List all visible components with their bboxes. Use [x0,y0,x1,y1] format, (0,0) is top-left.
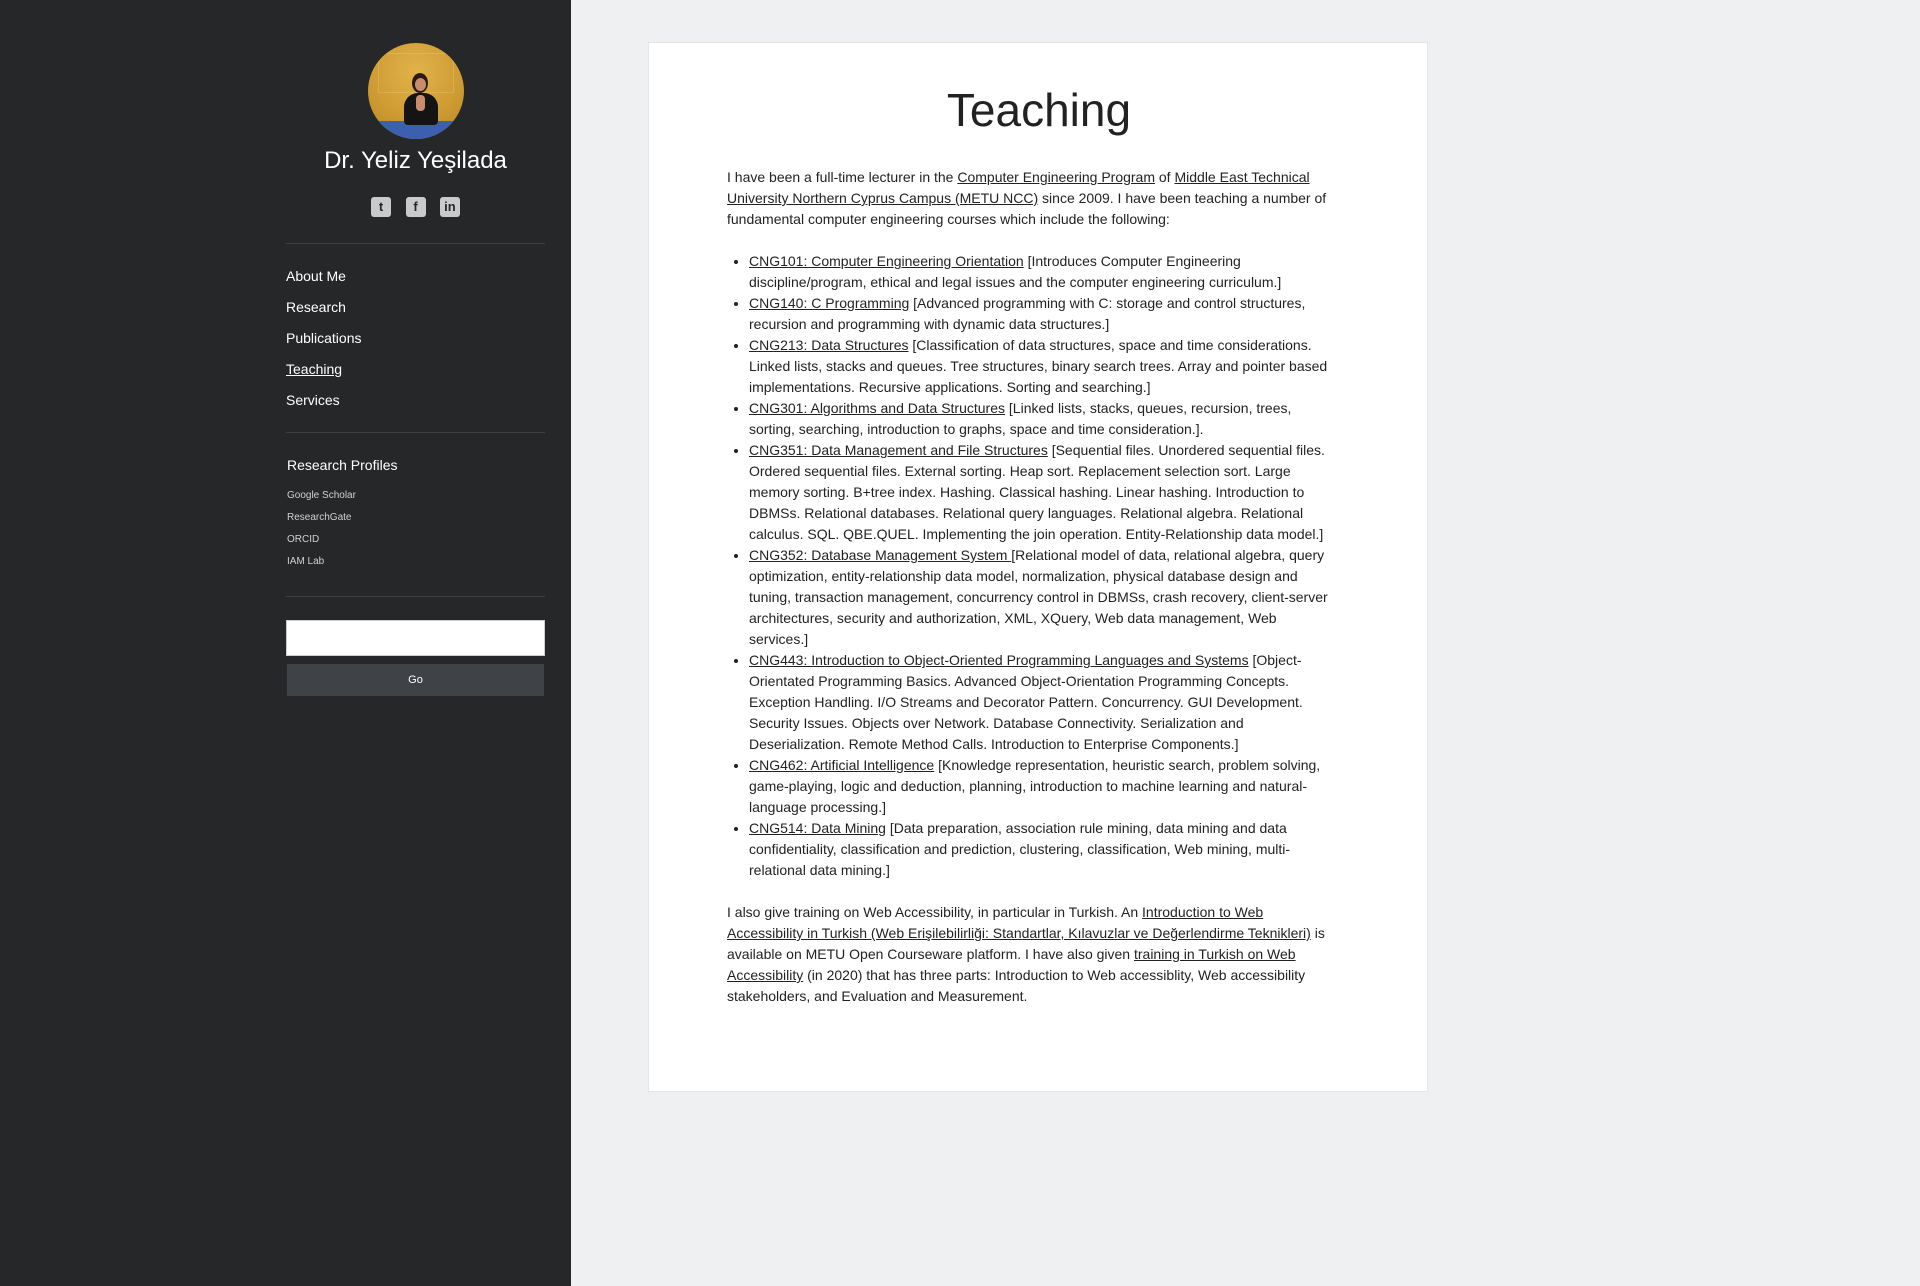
list-item: CNG213: Data Structures [Classification … [749,335,1337,398]
course-link-cng213[interactable]: CNG213: Data Structures [749,337,909,353]
list-item: CNG140: C Programming [Advanced programm… [749,293,1337,335]
avatar[interactable] [368,43,464,139]
twitter-icon[interactable]: t [371,197,392,217]
facebook-icon[interactable]: f [405,197,426,217]
nav-item-about-me: About Me [286,268,545,299]
list-item: CNG301: Algorithms and Data Structures [… [749,398,1337,440]
divider [286,432,545,433]
profile-item: ResearchGate [287,510,356,532]
nav-item-services: Services [286,392,545,423]
site-owner-name[interactable]: Dr. Yeliz Yeşilada [286,147,545,175]
list-item: CNG101: Computer Engineering Orientation… [749,251,1337,293]
content-card: Teaching I have been a full-time lecture… [648,42,1428,1092]
research-profiles-list: Google Scholar ResearchGate ORCID IAM La… [287,488,356,576]
course-list: CNG101: Computer Engineering Orientation… [749,251,1337,881]
nav-item-teaching: Teaching [286,361,545,392]
divider [286,243,545,244]
profile-item: IAM Lab [287,554,356,576]
nav-link-publications[interactable]: Publications [286,330,362,346]
orcid-link[interactable]: ORCID [287,534,319,545]
intro-paragraph: I have been a full-time lecturer in the … [727,169,1327,227]
nav-item-research: Research [286,299,545,330]
list-item: CNG352: Database Management System [Rela… [749,545,1337,650]
social-links: t f in [286,197,545,217]
research-profiles-heading: Research Profiles [287,457,398,473]
course-link-cng443[interactable]: CNG443: Introduction to Object-Oriented … [749,652,1249,668]
nav-link-about-me[interactable]: About Me [286,268,346,284]
list-item: CNG443: Introduction to Object-Oriented … [749,650,1337,755]
linkedin-icon[interactable]: in [439,197,460,217]
main-nav: About Me Research Publications Teaching … [286,268,545,423]
computer-engineering-program-link[interactable]: Computer Engineering Program [957,169,1155,185]
course-link-cng301[interactable]: CNG301: Algorithms and Data Structures [749,400,1005,416]
course-link-cng352[interactable]: CNG352: Database Management System [749,547,1011,563]
google-scholar-link[interactable]: Google Scholar [287,490,356,501]
nav-link-services[interactable]: Services [286,392,340,408]
nav-link-teaching[interactable]: Teaching [286,361,342,377]
profile-item: ORCID [287,532,356,554]
profile-item: Google Scholar [287,488,356,510]
list-item: CNG462: Artificial Intelligence [Knowled… [749,755,1337,818]
page-title: Teaching [946,84,1132,136]
divider [286,596,545,597]
page-content: I have been a full-time lecturer in the … [727,167,1337,1007]
nav-link-research[interactable]: Research [286,299,346,315]
outro-paragraph: I also give training on Web Accessibilit… [727,904,1325,1004]
course-link-cng101[interactable]: CNG101: Computer Engineering Orientation [749,253,1024,269]
list-item: CNG514: Data Mining [Data preparation, a… [749,818,1337,881]
iam-lab-link[interactable]: IAM Lab [287,556,324,567]
nav-item-publications: Publications [286,330,545,361]
course-link-cng514[interactable]: CNG514: Data Mining [749,820,886,836]
researchgate-link[interactable]: ResearchGate [287,512,351,523]
search-input[interactable] [286,620,545,656]
course-link-cng351[interactable]: CNG351: Data Management and File Structu… [749,442,1048,458]
course-link-cng140[interactable]: CNG140: C Programming [749,295,909,311]
go-button[interactable]: Go [287,664,544,696]
list-item: CNG351: Data Management and File Structu… [749,440,1337,545]
sidebar: Dr. Yeliz Yeşilada t f in About Me Resea… [0,0,571,1286]
course-link-cng462[interactable]: CNG462: Artificial Intelligence [749,757,934,773]
